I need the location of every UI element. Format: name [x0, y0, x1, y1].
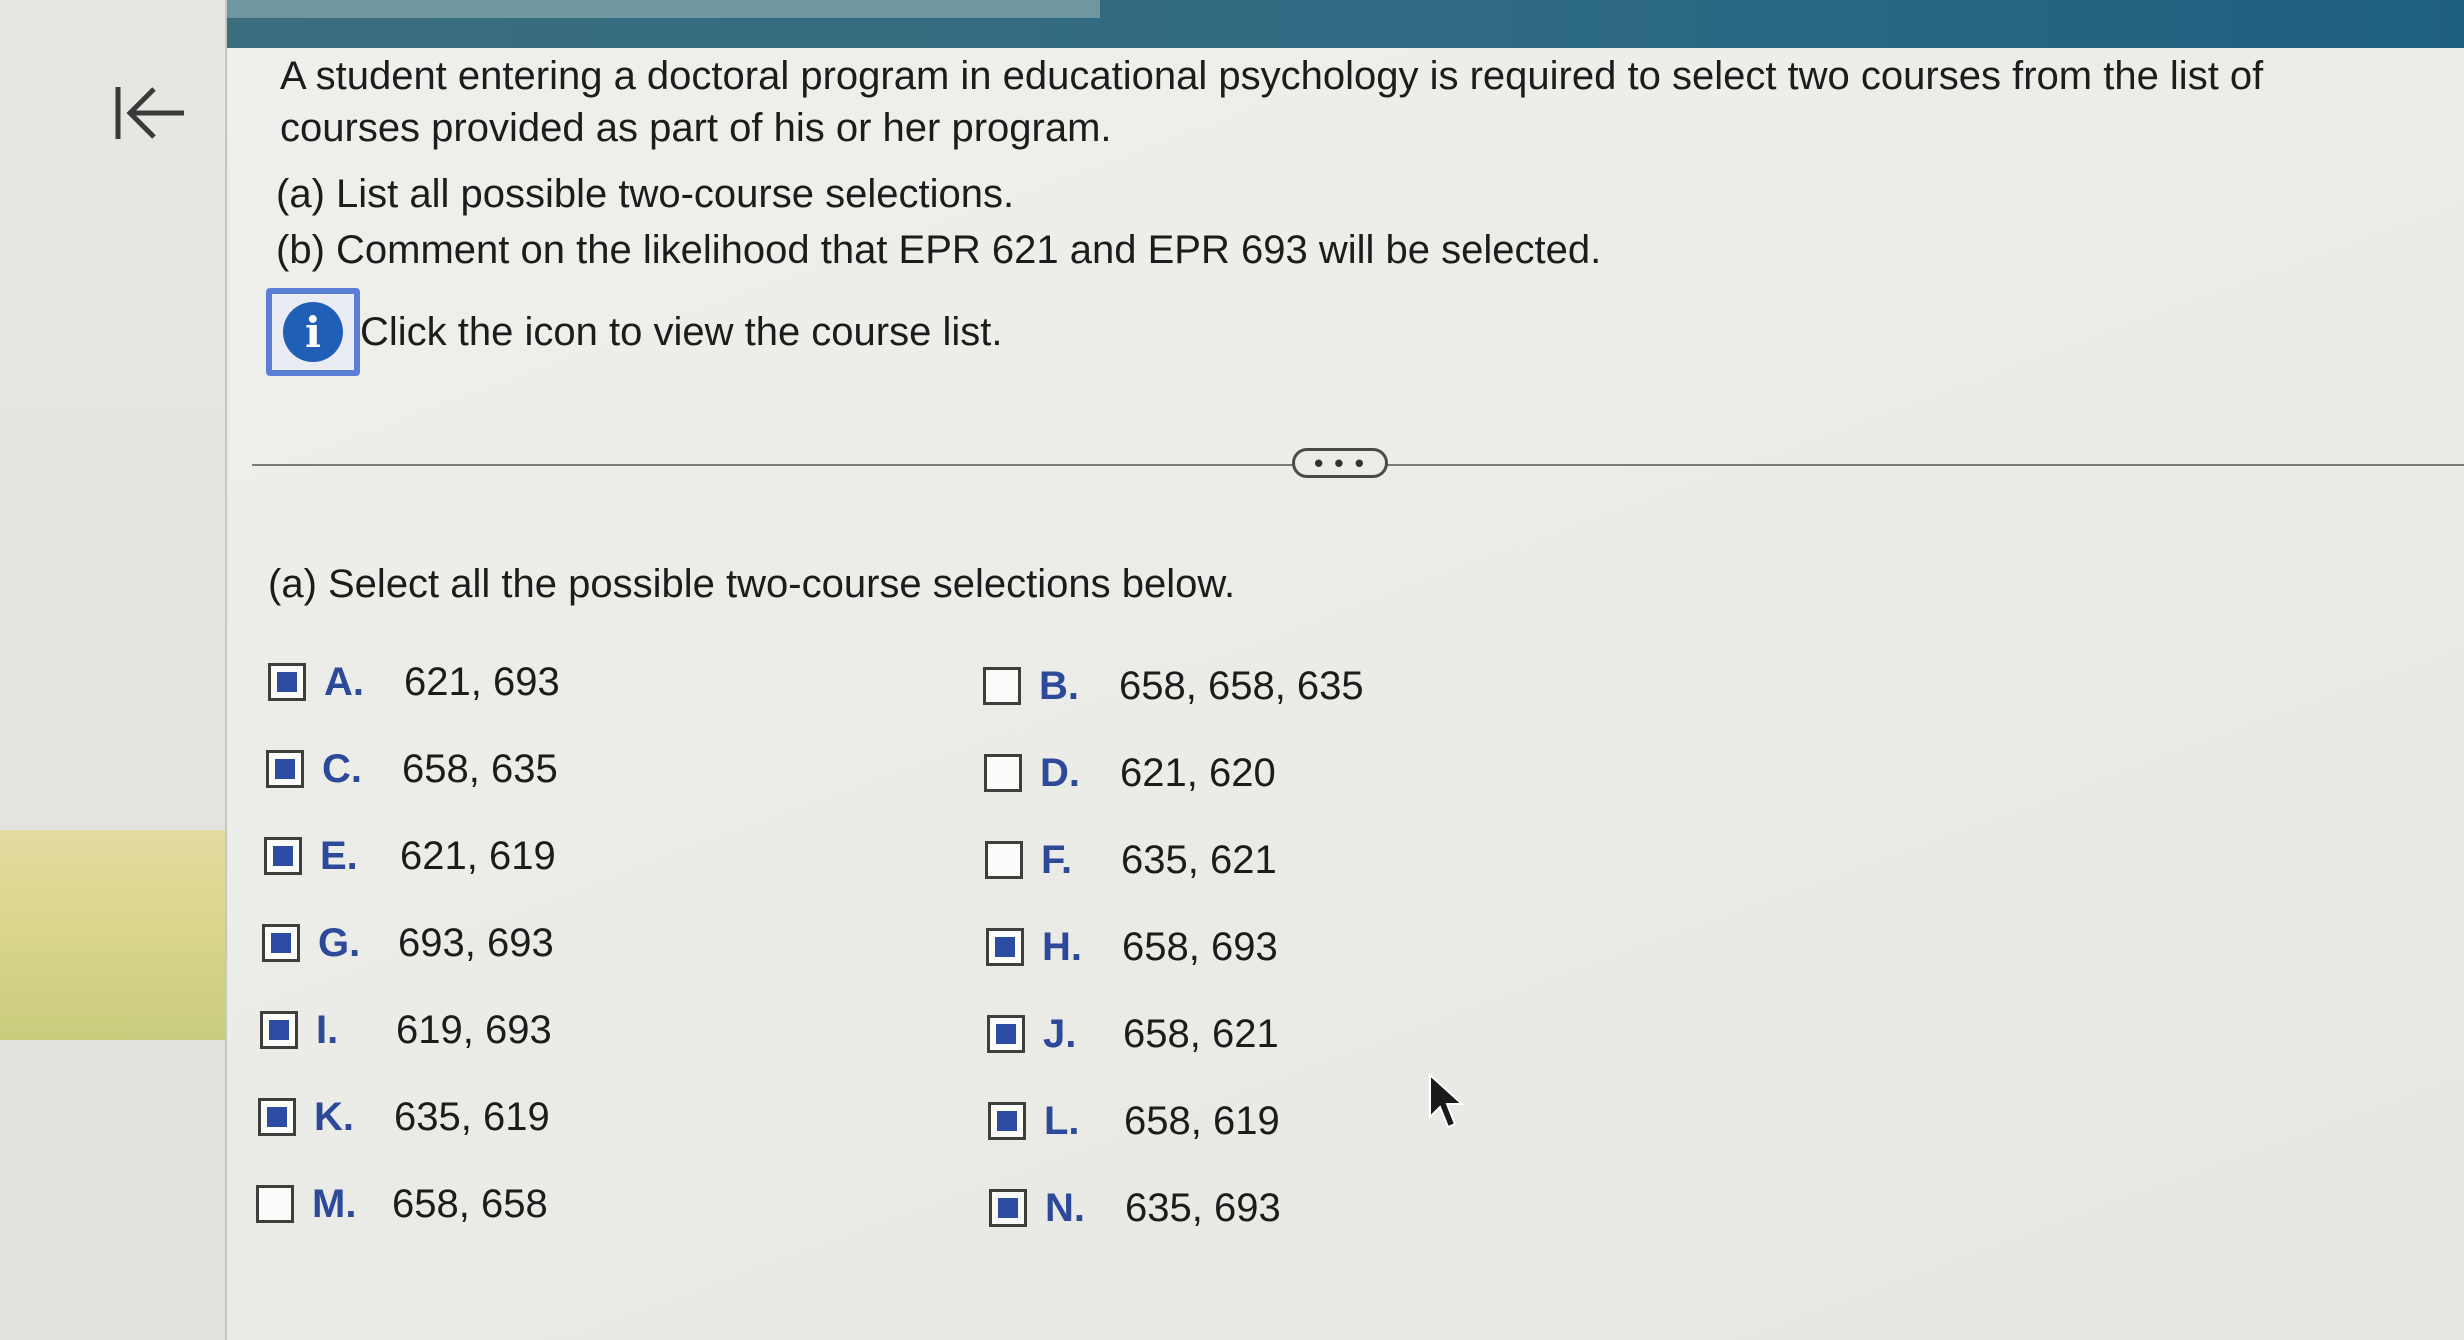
option-c[interactable]: C. 658, 635	[266, 739, 558, 799]
option-letter: A.	[324, 659, 364, 704]
option-m[interactable]: M. 658, 658	[256, 1174, 548, 1234]
question-prompt: (a) Select all the possible two-course s…	[268, 562, 1236, 606]
option-letter: M.	[312, 1181, 357, 1226]
option-letter: D.	[1040, 750, 1080, 795]
option-value: 619, 693	[396, 1007, 552, 1052]
option-letter: F.	[1041, 837, 1073, 882]
option-letter: J.	[1043, 1011, 1077, 1056]
sidebar-highlight	[0, 830, 225, 1040]
checkbox[interactable]	[260, 1011, 298, 1049]
option-value: 635, 693	[1125, 1185, 1281, 1230]
top-bar	[0, 0, 2464, 48]
option-value: 658, 619	[1124, 1098, 1280, 1143]
option-letter: K.	[314, 1094, 354, 1139]
mouse-cursor-icon	[1429, 1073, 1465, 1129]
option-f[interactable]: F. 635, 621	[985, 830, 1277, 890]
checkbox-fill	[269, 1020, 289, 1040]
option-letter: E.	[320, 833, 358, 878]
option-e[interactable]: E. 621, 619	[264, 826, 556, 886]
checkbox[interactable]	[985, 841, 1023, 879]
option-h[interactable]: H. 658, 693	[986, 917, 1278, 977]
checkbox-fill	[277, 672, 297, 692]
option-value: 658, 621	[1123, 1011, 1279, 1056]
checkbox[interactable]	[988, 1102, 1026, 1140]
back-button[interactable]	[110, 78, 190, 148]
option-letter: B.	[1039, 663, 1079, 708]
option-value: 693, 693	[398, 920, 554, 965]
problem-intro: A student entering a doctoral program in…	[280, 54, 2264, 150]
question-panel: A student entering a doctoral program in…	[228, 48, 2464, 1340]
option-a[interactable]: A. 621, 693	[268, 652, 560, 712]
checkbox[interactable]	[986, 928, 1024, 966]
option-value: 621, 693	[404, 659, 560, 704]
option-n[interactable]: N. 635, 693	[989, 1178, 1281, 1238]
option-value: 658, 635	[402, 746, 558, 791]
checkbox[interactable]	[989, 1189, 1027, 1227]
option-value: 635, 619	[394, 1094, 550, 1139]
checkbox[interactable]	[266, 750, 304, 788]
checkbox[interactable]	[983, 667, 1021, 705]
checkbox[interactable]	[256, 1185, 294, 1223]
option-letter: H.	[1042, 924, 1082, 969]
info-icon: i	[283, 302, 343, 362]
checkbox-fill	[995, 937, 1015, 957]
checkbox-fill	[271, 933, 291, 953]
option-l[interactable]: L. 658, 619	[988, 1091, 1280, 1151]
more-button[interactable]: • • •	[1292, 448, 1388, 478]
option-k[interactable]: K. 635, 619	[258, 1087, 550, 1147]
checkbox-fill	[267, 1107, 287, 1127]
part-b-text: (b) Comment on the likelihood that EPR 6…	[276, 228, 1602, 272]
option-j[interactable]: J. 658, 621	[987, 1004, 1279, 1064]
checkbox[interactable]	[262, 924, 300, 962]
option-letter: N.	[1045, 1185, 1085, 1230]
option-letter: L.	[1044, 1098, 1080, 1143]
checkbox-fill	[996, 1024, 1016, 1044]
option-i[interactable]: I. 619, 693	[260, 1000, 552, 1060]
checkbox-fill	[273, 846, 293, 866]
info-button[interactable]: i	[266, 288, 360, 376]
option-letter: C.	[322, 746, 362, 791]
option-d[interactable]: D. 621, 620	[984, 743, 1276, 803]
option-value: 658, 658, 635	[1119, 663, 1364, 708]
checkbox[interactable]	[258, 1098, 296, 1136]
part-a-text: (a) List all possible two-course selecti…	[276, 172, 1015, 216]
checkbox[interactable]	[984, 754, 1022, 792]
checkbox-fill	[998, 1198, 1018, 1218]
option-letter: I.	[316, 1007, 339, 1052]
arrow-left-to-line-icon	[115, 87, 184, 139]
sidebar	[0, 0, 227, 1340]
checkbox[interactable]	[987, 1015, 1025, 1053]
info-text: Click the icon to view the course list.	[360, 309, 1003, 354]
info-row: i Click the icon to view the course list…	[266, 284, 1002, 380]
option-g[interactable]: G. 693, 693	[262, 913, 554, 973]
checkbox-fill	[997, 1111, 1017, 1131]
option-letter: G.	[318, 920, 361, 965]
option-value: 658, 693	[1122, 924, 1278, 969]
option-b[interactable]: B. 658, 658, 635	[983, 656, 1364, 716]
checkbox-fill	[275, 759, 295, 779]
option-value: 658, 658	[392, 1181, 548, 1226]
checkbox[interactable]	[268, 663, 306, 701]
option-value: 635, 621	[1121, 837, 1277, 882]
option-value: 621, 619	[400, 833, 556, 878]
option-value: 621, 620	[1120, 750, 1276, 795]
checkbox[interactable]	[264, 837, 302, 875]
